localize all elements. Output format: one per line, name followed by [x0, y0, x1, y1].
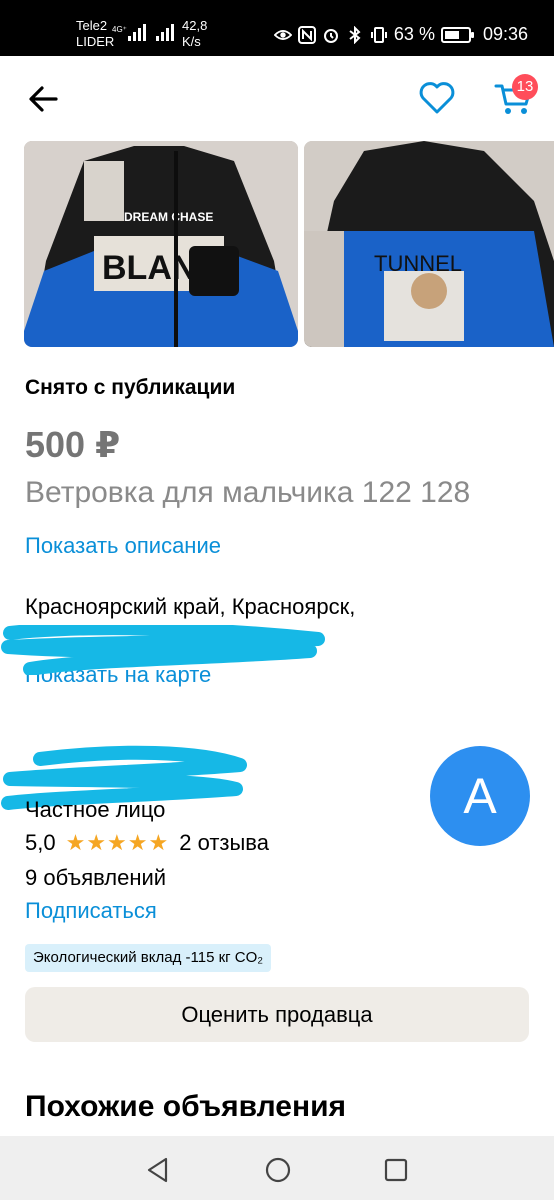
status-icons: 63 % 09:36: [273, 24, 528, 45]
listing-title: Ветровка для мальчика 122 128: [25, 476, 471, 509]
net-speed: 42,8 K/s: [182, 18, 207, 50]
eye-icon: [273, 29, 292, 40]
listing-photo-2[interactable]: TUNNEL: [304, 141, 554, 347]
nav-recents-icon[interactable]: [384, 1158, 408, 1182]
net-speed-value: 42,8: [182, 18, 208, 33]
net-speed-unit: K/s: [182, 34, 201, 49]
listing-status: Снято с публикации: [25, 376, 236, 399]
rate-seller-button[interactable]: Оценить продавца: [25, 987, 529, 1042]
system-nav-bar: [0, 1136, 554, 1200]
alarm-icon: [323, 28, 338, 43]
carrier-labels: Tele2 LIDER: [76, 18, 114, 50]
nfc-icon: [297, 25, 316, 44]
heart-icon[interactable]: [418, 80, 456, 116]
similar-listings-heading: Похожие объявления: [25, 1090, 347, 1123]
battery-icon: [440, 26, 474, 43]
cart-count-badge: 13: [512, 74, 538, 100]
svg-text:DREAM CHASE: DREAM CHASE: [124, 210, 213, 224]
signal-2-icon: [156, 24, 176, 47]
vibrate-icon: [370, 26, 387, 43]
subscribe-link[interactable]: Подписаться: [25, 898, 157, 924]
signal-icon: 4G⁺: [112, 24, 146, 47]
seller-ads-count[interactable]: 9 объявлений: [25, 865, 166, 891]
carrier-2: LIDER: [76, 34, 115, 49]
network-type: 4G⁺: [112, 25, 127, 34]
show-description-link[interactable]: Показать описание: [25, 533, 221, 559]
arrow-left-icon[interactable]: [26, 82, 60, 116]
carrier-1: Tele2: [76, 18, 108, 33]
status-bar: Tele2 LIDER 4G⁺ 42,8 K/s 63 % 09:36: [0, 0, 554, 56]
seller-avatar[interactable]: A: [430, 746, 530, 846]
rating-value: 5,0: [25, 830, 56, 855]
battery-percent: 63 %: [393, 24, 435, 44]
clock: 09:36: [482, 24, 528, 44]
nav-home-icon[interactable]: [264, 1156, 292, 1184]
seller-rating[interactable]: 5,0 ★★★★★ 2 отзыва: [25, 830, 269, 856]
bluetooth-icon: [349, 25, 361, 44]
app-bar: 13: [0, 56, 554, 140]
listing-photo-1[interactable]: DREAM CHASE BLANK: [24, 141, 298, 347]
listing-address: Красноярский край, Красноярск,: [25, 594, 356, 619]
show-on-map-link[interactable]: Показать на карте: [25, 662, 211, 688]
seller-type: Частное лицо: [25, 797, 166, 822]
listing-price: 500 ₽: [25, 424, 121, 465]
photo-gallery[interactable]: DREAM CHASE BLANK TUNNEL: [24, 141, 554, 347]
nav-back-icon[interactable]: [144, 1156, 172, 1184]
eco-badge: Экологический вклад -115 кг CO₂: [25, 944, 272, 972]
star-rating-icons: ★★★★★: [65, 830, 170, 855]
reviews-count[interactable]: 2 отзыва: [179, 830, 269, 856]
